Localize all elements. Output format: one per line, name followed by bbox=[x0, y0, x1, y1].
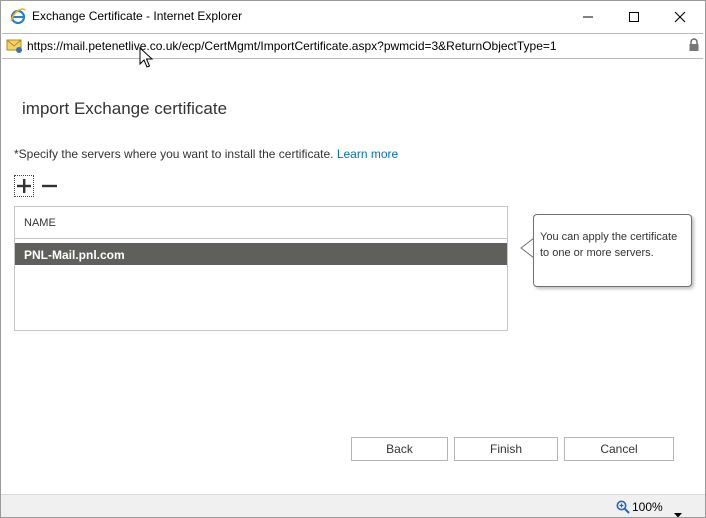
zoom-level[interactable]: 100% bbox=[632, 500, 663, 514]
instruction-text: *Specify the servers where you want to i… bbox=[14, 147, 398, 161]
minimize-button[interactable] bbox=[565, 1, 611, 32]
url-text[interactable]: https://mail.petenetlive.co.uk/ecp/CertM… bbox=[27, 39, 557, 53]
callout-text: You can apply the certificate to one or … bbox=[540, 231, 678, 259]
table-row[interactable]: PNL-Mail.pnl.com bbox=[15, 243, 507, 265]
chevron-down-icon[interactable] bbox=[674, 505, 682, 517]
lock-icon[interactable] bbox=[688, 38, 700, 57]
plus-icon bbox=[17, 179, 31, 193]
close-button[interactable] bbox=[657, 1, 703, 32]
back-button[interactable]: Back bbox=[351, 437, 448, 461]
instruction-label: *Specify the servers where you want to i… bbox=[14, 147, 334, 161]
remove-server-button[interactable] bbox=[41, 177, 59, 195]
browser-window: Exchange Certificate - Internet Explorer… bbox=[0, 0, 706, 518]
servers-table: NAME PNL-Mail.pnl.com bbox=[14, 206, 508, 331]
envelope-page-icon bbox=[6, 37, 23, 54]
window-title: Exchange Certificate - Internet Explorer bbox=[32, 9, 243, 23]
minus-icon bbox=[42, 184, 57, 188]
maximize-icon bbox=[629, 12, 639, 22]
learn-more-link[interactable]: Learn more bbox=[337, 147, 398, 161]
server-name: PNL-Mail.pnl.com bbox=[24, 248, 125, 262]
zoom-icon[interactable] bbox=[616, 500, 630, 517]
cancel-button[interactable]: Cancel bbox=[564, 437, 674, 461]
add-server-button[interactable] bbox=[14, 175, 34, 197]
address-bar[interactable]: https://mail.petenetlive.co.uk/ecp/CertM… bbox=[2, 33, 703, 59]
title-bar[interactable]: Exchange Certificate - Internet Explorer bbox=[1, 1, 705, 32]
maximize-button[interactable] bbox=[611, 1, 657, 32]
close-icon bbox=[674, 11, 686, 23]
internet-explorer-icon bbox=[9, 7, 27, 25]
table-header[interactable]: NAME bbox=[15, 207, 507, 239]
minimize-icon bbox=[583, 16, 593, 18]
mouse-cursor-icon bbox=[139, 46, 154, 74]
help-callout: You can apply the certificate to one or … bbox=[533, 214, 692, 287]
page-title: import Exchange certificate bbox=[22, 99, 228, 119]
status-bar: 100% bbox=[1, 494, 705, 517]
column-header-name[interactable]: NAME bbox=[24, 217, 56, 229]
finish-button[interactable]: Finish bbox=[454, 437, 558, 461]
